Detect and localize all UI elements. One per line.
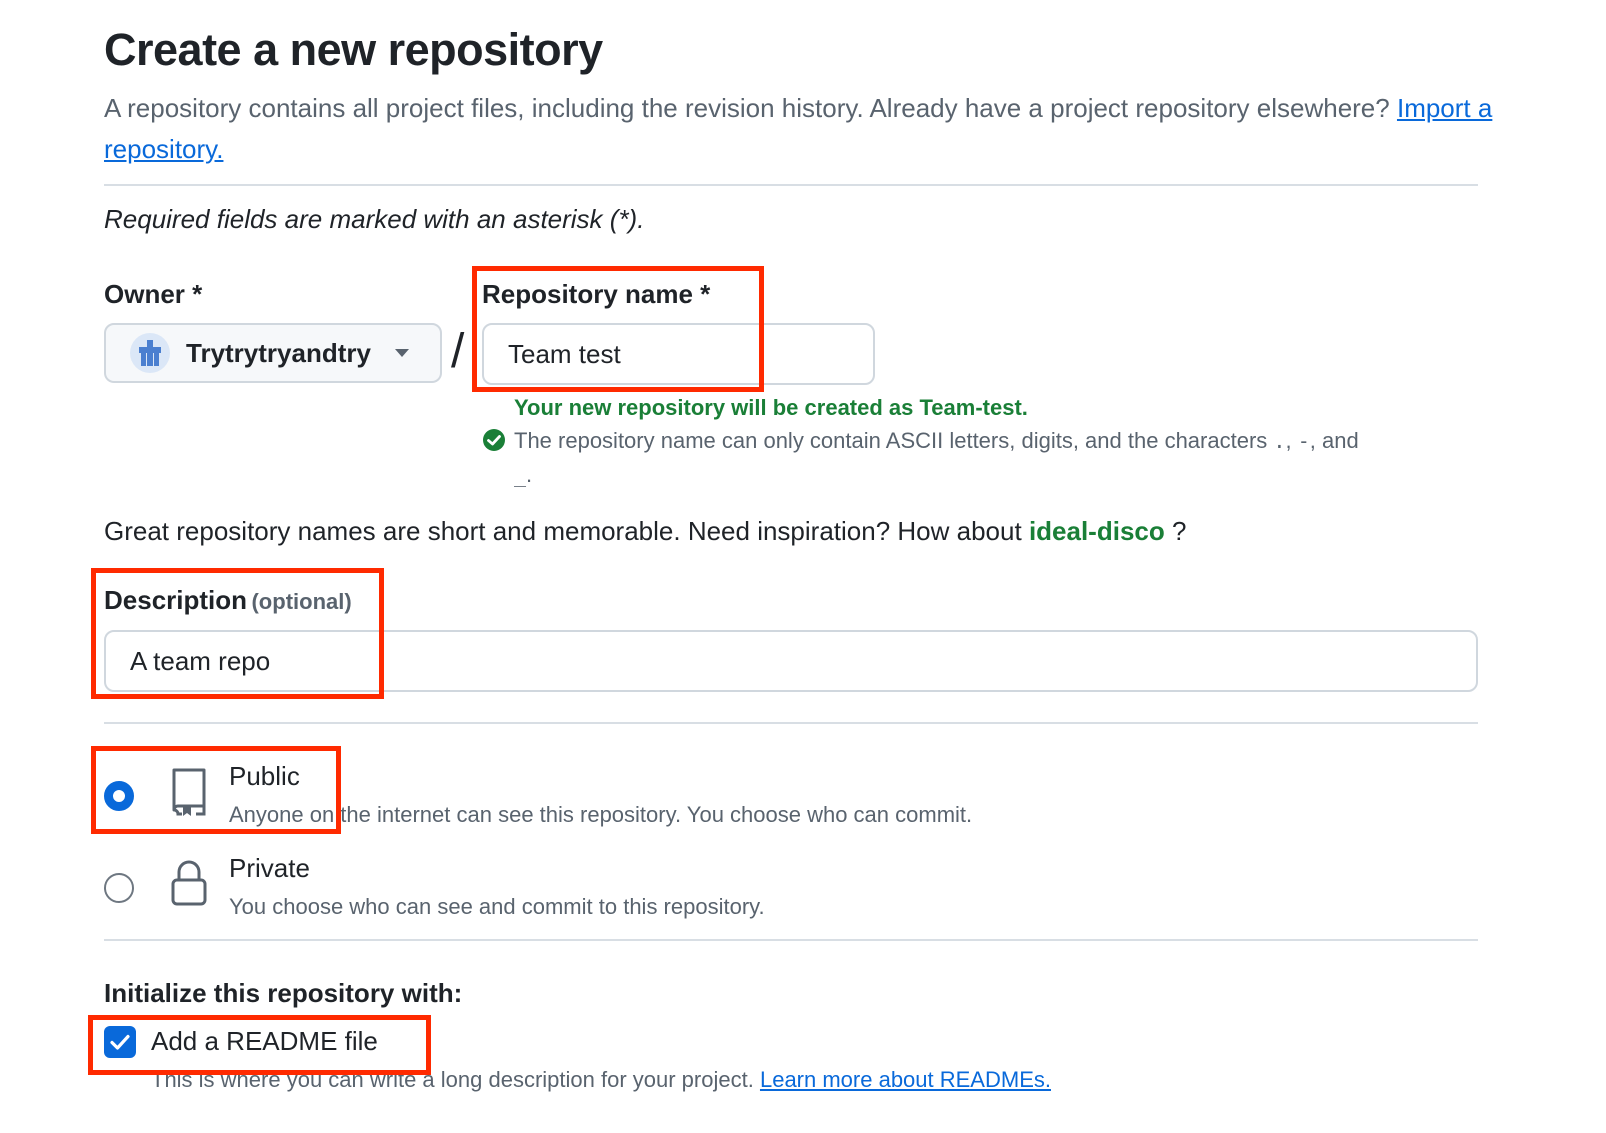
description-input[interactable]: A team repo bbox=[104, 630, 1478, 692]
repository-name-label: Repository name * bbox=[482, 279, 711, 309]
chevron-down-icon bbox=[394, 349, 409, 357]
repository-name-hint: The repository name can only contain ASC… bbox=[514, 424, 1484, 492]
description-label: Description bbox=[104, 585, 248, 615]
hint-char-dot: . bbox=[1273, 429, 1286, 453]
lock-icon bbox=[168, 858, 210, 913]
suggested-name-link[interactable]: ideal-disco bbox=[1029, 516, 1165, 546]
private-option-description: You choose who can see and commit to thi… bbox=[229, 894, 765, 919]
public-option-title: Public bbox=[229, 761, 300, 791]
private-radio[interactable] bbox=[104, 873, 134, 903]
owner-avatar-icon bbox=[139, 340, 161, 366]
public-radio[interactable] bbox=[104, 781, 134, 811]
divider bbox=[104, 722, 1478, 724]
owner-name: Trytrytryandtry bbox=[186, 337, 371, 368]
hint-text: The repository name can only contain ASC… bbox=[514, 428, 1268, 453]
repo-book-icon bbox=[168, 766, 210, 823]
hint-end: . bbox=[526, 462, 533, 487]
readme-label: Add a README file bbox=[151, 1026, 378, 1056]
inspiration-end: ? bbox=[1172, 516, 1187, 546]
checkmark-icon bbox=[110, 1034, 130, 1050]
check-circle-icon bbox=[482, 428, 506, 457]
readme-description: This is where you can write a long descr… bbox=[151, 1067, 1051, 1093]
hint-char-underscore: _ bbox=[514, 463, 527, 487]
public-option-description: Anyone on the internet can see this repo… bbox=[229, 802, 973, 827]
divider bbox=[104, 184, 1478, 186]
readme-checkbox[interactable] bbox=[104, 1026, 136, 1058]
owner-label: Owner * bbox=[104, 279, 203, 309]
page-subtitle: A repository contains all project files,… bbox=[104, 88, 1494, 170]
page-title: Create a new repository bbox=[104, 24, 603, 75]
inspiration-text: Great repository names are short and mem… bbox=[104, 516, 1022, 546]
repository-success-message: Your new repository will be created as T… bbox=[514, 395, 1028, 420]
name-inspiration: Great repository names are short and mem… bbox=[104, 516, 1186, 547]
optional-tag: (optional) bbox=[251, 589, 352, 614]
subtitle-text: A repository contains all project files,… bbox=[104, 93, 1390, 123]
owner-repo-separator: / bbox=[451, 325, 465, 378]
description-label-row: Description (optional) bbox=[104, 585, 352, 616]
readme-description-text: This is where you can write a long descr… bbox=[151, 1067, 754, 1092]
hint-char-dash: - bbox=[1297, 429, 1310, 453]
learn-more-readmes-link[interactable]: Learn more about READMEs. bbox=[760, 1067, 1051, 1092]
hint-sep: , bbox=[1285, 428, 1292, 453]
owner-select[interactable]: Trytrytryandtry bbox=[104, 323, 442, 383]
hint-sep: , and bbox=[1309, 428, 1359, 453]
repository-name-input[interactable]: Team test bbox=[482, 323, 875, 385]
avatar bbox=[130, 333, 170, 373]
divider bbox=[104, 939, 1478, 941]
required-fields-note: Required fields are marked with an aster… bbox=[104, 204, 645, 234]
initialize-heading: Initialize this repository with: bbox=[104, 978, 463, 1008]
private-option-title: Private bbox=[229, 853, 310, 883]
